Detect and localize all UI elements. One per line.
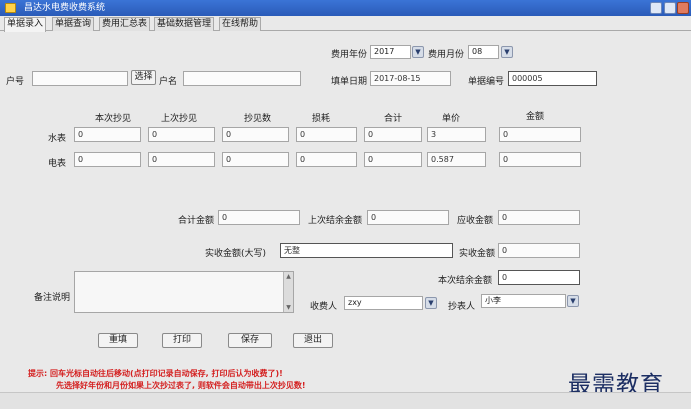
tab-doc-entry[interactable]: 单据录入	[4, 17, 47, 32]
fee-month-select[interactable]: 08	[468, 45, 499, 59]
fee-month-dropdown-icon[interactable]: ▼	[501, 46, 513, 58]
reset-button[interactable]: 重填	[98, 333, 138, 348]
tab-fee-summary[interactable]: 费用汇总表	[99, 17, 151, 31]
print-button[interactable]: 打印	[162, 333, 202, 348]
total-amount-input[interactable]: 0	[218, 210, 300, 225]
reader-select[interactable]: 小李	[481, 294, 566, 308]
tab-help[interactable]: 在线帮助	[219, 17, 262, 31]
electric-amount-input[interactable]: 0	[499, 152, 581, 167]
col-header-subtotal: 合计	[384, 114, 403, 124]
date-label: 填单日期	[331, 77, 368, 87]
received-upper-input[interactable]: 无整	[280, 243, 453, 258]
name-label: 户名	[159, 77, 178, 87]
scroll-up-icon[interactable]: ▲	[285, 273, 292, 280]
fee-month-label: 费用月份	[428, 50, 465, 60]
received-input[interactable]: 0	[498, 243, 580, 258]
remarks-textarea[interactable]: ▲ ▼	[74, 271, 294, 313]
col-header-reading-count: 抄见数	[244, 114, 272, 124]
water-loss-input[interactable]: 0	[296, 127, 357, 142]
total-amount-label: 合计金额	[178, 216, 215, 226]
tip-line-1: 提示: 回车光标自动往后移动(点打印记录自动保存, 打印后认为收费了)!	[28, 369, 283, 378]
doc-no-input[interactable]: 000005	[508, 71, 597, 86]
date-input[interactable]: 2017-08-15	[370, 71, 451, 86]
last-balance-label: 上次结余金额	[308, 216, 363, 226]
tab-base-data[interactable]: 基础数据管理	[154, 17, 215, 31]
account-input[interactable]	[32, 71, 128, 86]
electric-loss-input[interactable]: 0	[296, 152, 357, 167]
electric-count-input[interactable]: 0	[222, 152, 289, 167]
title-bar: 昌达水电费收费系统	[0, 0, 691, 16]
water-amount-input[interactable]: 0	[499, 127, 581, 142]
electric-last-input[interactable]: 0	[148, 152, 215, 167]
close-icon[interactable]	[677, 2, 689, 14]
water-count-input[interactable]: 0	[222, 127, 289, 142]
electric-unit-price-input[interactable]: 0.587	[427, 152, 486, 167]
water-last-input[interactable]: 0	[148, 127, 215, 142]
save-button[interactable]: 保存	[228, 333, 272, 348]
tab-bar: 单据录入 单据查询 费用汇总表 基础数据管理 在线帮助	[0, 17, 691, 32]
doc-no-label: 单据编号	[468, 77, 505, 87]
tip-line-2: 先选择好年份和月份如果上次抄过表了, 则软件会自动带出上次抄见数!	[56, 381, 306, 390]
water-subtotal-input[interactable]: 0	[364, 127, 422, 142]
exit-button[interactable]: 退出	[293, 333, 333, 348]
col-header-unit-price: 单价	[442, 114, 461, 124]
remarks-scrollbar[interactable]: ▲ ▼	[283, 272, 293, 312]
electric-meter-label: 电表	[48, 159, 67, 169]
select-account-button[interactable]: 选择	[131, 70, 156, 85]
water-meter-label: 水表	[48, 134, 67, 144]
received-upper-label: 实收金额(大写)	[205, 249, 267, 259]
scroll-down-icon[interactable]: ▼	[285, 304, 292, 311]
reader-label: 抄表人	[448, 302, 476, 312]
col-header-current-reading: 本次抄见	[95, 114, 132, 124]
window-title: 昌达水电费收费系统	[24, 3, 106, 13]
electric-current-input[interactable]: 0	[74, 152, 141, 167]
received-label: 实收金额	[459, 249, 496, 259]
collector-dropdown-icon[interactable]: ▼	[425, 297, 437, 309]
name-input[interactable]	[183, 71, 301, 86]
receivable-label: 应收金额	[457, 216, 494, 226]
fee-year-label: 费用年份	[331, 50, 368, 60]
remarks-label: 备注说明	[34, 293, 71, 303]
last-balance-input[interactable]: 0	[367, 210, 449, 225]
collector-select[interactable]: zxy	[344, 296, 423, 310]
col-header-amount: 金额	[526, 112, 545, 122]
tab-doc-query[interactable]: 单据查询	[52, 17, 95, 31]
minimize-icon[interactable]	[650, 2, 662, 14]
electric-subtotal-input[interactable]: 0	[364, 152, 422, 167]
maximize-icon[interactable]	[664, 2, 676, 14]
account-label: 户号	[6, 77, 25, 87]
app-icon	[5, 3, 16, 13]
collector-label: 收费人	[310, 302, 338, 312]
current-balance-input[interactable]: 0	[498, 270, 580, 285]
status-bar	[0, 392, 691, 409]
col-header-last-reading: 上次抄见	[161, 114, 198, 124]
current-balance-label: 本次结余金额	[438, 276, 493, 286]
col-header-loss: 损耗	[312, 114, 331, 124]
fee-year-select[interactable]: 2017	[370, 45, 411, 59]
receivable-input[interactable]: 0	[498, 210, 580, 225]
water-unit-price-input[interactable]: 3	[427, 127, 486, 142]
reader-dropdown-icon[interactable]: ▼	[567, 295, 579, 307]
water-current-input[interactable]: 0	[74, 127, 141, 142]
fee-year-dropdown-icon[interactable]: ▼	[412, 46, 424, 58]
